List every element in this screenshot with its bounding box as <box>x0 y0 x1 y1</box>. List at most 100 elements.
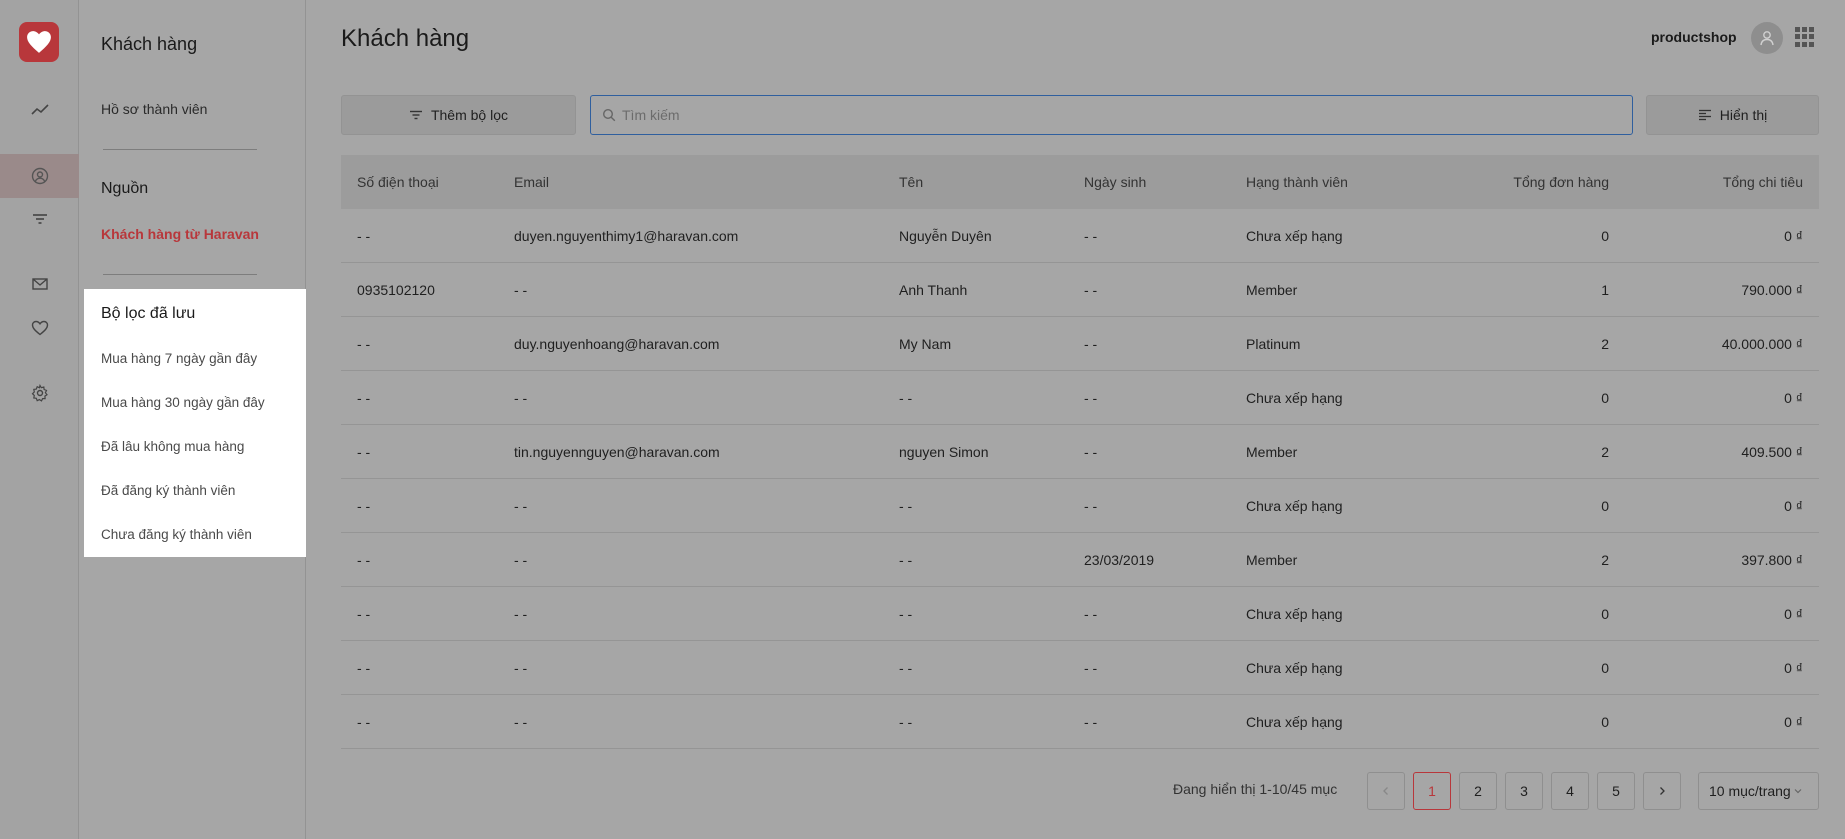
gear-icon[interactable] <box>0 371 79 415</box>
table-row[interactable]: 0935102120 - - Anh Thanh - - Member 1 790.000 … <box>341 263 1819 317</box>
cell-tier: Chưa xếp hạng <box>1246 227 1343 244</box>
cell-total-spent: 0 ₫ <box>1784 497 1803 514</box>
page-button-4[interactable]: 4 <box>1551 772 1589 810</box>
add-filter-label: Thêm bộ lọc <box>430 107 509 123</box>
per-page-value: 10 mục/trang <box>1709 783 1791 799</box>
cell-total-orders: 0 <box>1601 713 1609 730</box>
cell-tier: Chưa xếp hạng <box>1246 605 1343 622</box>
cell-birthday: - - <box>1084 605 1098 622</box>
table-row[interactable]: - - - - - - - - Chưa xếp hạng 0 0 ₫ <box>341 695 1819 749</box>
sidebar-item-member-profile[interactable]: Hồ sơ thành viên <box>101 101 207 117</box>
sidebar-title: Khách hàng <box>101 34 198 54</box>
cell-tier: Member <box>1246 281 1298 298</box>
divider <box>103 274 257 275</box>
table-row[interactable]: - - duy.nguyenhoang@haravan.com My Nam - - P… <box>341 317 1819 371</box>
chevron-down-icon <box>1794 789 1802 794</box>
search-input[interactable] <box>622 107 1522 123</box>
cell-email: - - <box>514 605 528 622</box>
filter-icon[interactable] <box>0 197 79 241</box>
cell-email: duy.nguyenhoang@haravan.com <box>514 335 720 352</box>
cell-phone: - - <box>357 659 371 676</box>
saved-filters-panel: Bộ lọc đã lưu Mua hàng 7 ngày gần đây Mu… <box>84 289 306 557</box>
cell-total-orders: 2 <box>1601 443 1609 460</box>
source-heading: Nguồn <box>101 180 149 197</box>
search-icon <box>602 108 616 122</box>
cell-birthday: - - <box>1084 227 1098 244</box>
page-button-2[interactable]: 2 <box>1459 772 1497 810</box>
display-button[interactable]: Hiển thị <box>1646 95 1819 135</box>
cell-phone: - - <box>357 605 371 622</box>
per-page-select[interactable]: 10 mục/trang <box>1698 772 1819 810</box>
search-field[interactable] <box>590 95 1633 135</box>
user-circle-icon[interactable] <box>0 154 79 198</box>
column-header-tier[interactable]: Hạng thành viên <box>1246 174 1404 190</box>
column-header-name[interactable]: Tên <box>899 174 1084 190</box>
cell-email: - - <box>514 713 528 730</box>
page-button-3[interactable]: 3 <box>1505 772 1543 810</box>
cell-total-orders: 0 <box>1601 389 1609 406</box>
cell-total-spent: 40.000.000 ₫ <box>1721 335 1803 352</box>
table-row[interactable]: - - - - - - - - Chưa xếp hạng 0 0 ₫ <box>341 371 1819 425</box>
saved-filter-item[interactable]: Chưa đăng ký thành viên <box>101 527 252 542</box>
icon-rail <box>0 0 79 839</box>
cell-total-spent: 790.000 ₫ <box>1741 281 1803 298</box>
avatar[interactable] <box>1751 22 1783 54</box>
cell-phone: - - <box>357 443 371 460</box>
cell-name: Nguyễn Duyên <box>899 227 992 244</box>
cell-tier: Chưa xếp hạng <box>1246 659 1343 676</box>
cell-phone: - - <box>357 335 371 352</box>
page-button-1[interactable]: 1 <box>1413 772 1451 810</box>
cell-email: - - <box>514 659 528 676</box>
cell-total-orders: 0 <box>1601 659 1609 676</box>
page-button-5[interactable]: 5 <box>1597 772 1635 810</box>
cell-email: - - <box>514 389 528 406</box>
table-row[interactable]: - - tin.nguyennguyen@haravan.com nguyen Si… <box>341 425 1819 479</box>
column-header-birthday[interactable]: Ngày sinh <box>1084 174 1246 190</box>
cell-tier: Chưa xếp hạng <box>1246 497 1343 514</box>
heart-logo-icon[interactable] <box>19 22 59 62</box>
cell-total-spent: 397.800 ₫ <box>1741 551 1803 568</box>
shop-name[interactable]: productshop <box>1651 29 1737 45</box>
column-header-phone[interactable]: Số điện thoại <box>341 174 514 190</box>
cell-tier: Member <box>1246 551 1298 568</box>
cell-name: nguyen Simon <box>899 443 989 460</box>
cell-email: - - <box>514 281 528 298</box>
table-row[interactable]: - - - - - - - - Chưa xếp hạng 0 0 ₫ <box>341 587 1819 641</box>
cell-total-spent: 0 ₫ <box>1784 389 1803 406</box>
cell-phone: - - <box>357 497 371 514</box>
add-filter-button[interactable]: Thêm bộ lọc <box>341 95 576 135</box>
table-row[interactable]: - - - - - - - - Chưa xếp hạng 0 0 ₫ <box>341 641 1819 695</box>
saved-filter-item[interactable]: Đã lâu không mua hàng <box>101 439 244 454</box>
cell-total-orders: 0 <box>1601 605 1609 622</box>
cell-phone: - - <box>357 551 371 568</box>
cell-birthday: - - <box>1084 659 1098 676</box>
cell-tier: Chưa xếp hạng <box>1246 389 1343 406</box>
cell-email: - - <box>514 551 528 568</box>
next-page-button[interactable] <box>1643 772 1681 810</box>
cell-name: - - <box>899 713 913 730</box>
table-row[interactable]: - - duyen.nguyenthimy1@haravan.com Nguyễn … <box>341 209 1819 263</box>
saved-filter-item[interactable]: Đã đăng ký thành viên <box>101 483 235 498</box>
column-header-email[interactable]: Email <box>514 174 899 190</box>
chart-line-icon[interactable] <box>0 88 79 132</box>
saved-filter-item[interactable]: Mua hàng 7 ngày gần đây <box>101 351 257 366</box>
page-title: Khách hàng <box>341 25 470 52</box>
table-row[interactable]: - - - - - - 23/03/2019 Member 2 397.800 ₫ <box>341 533 1819 587</box>
column-header-total-spent[interactable]: Tổng chi tiêu <box>1609 174 1819 190</box>
cell-total-spent: 0 ₫ <box>1784 227 1803 244</box>
mail-icon[interactable] <box>0 262 79 306</box>
cell-phone: - - <box>357 713 371 730</box>
cell-name: - - <box>899 497 913 514</box>
prev-page-button[interactable] <box>1367 772 1405 810</box>
cell-phone: - - <box>357 227 371 244</box>
apps-grid-icon[interactable] <box>1795 27 1815 47</box>
table-row[interactable]: - - - - - - - - Chưa xếp hạng 0 0 ₫ <box>341 479 1819 533</box>
heart-icon[interactable] <box>0 306 79 350</box>
cell-birthday: - - <box>1084 281 1098 298</box>
column-header-total-orders[interactable]: Tổng đơn hàng <box>1404 174 1609 190</box>
list-align-icon <box>1698 109 1711 121</box>
saved-filter-item[interactable]: Mua hàng 30 ngày gần đây <box>101 395 265 410</box>
cell-total-orders: 2 <box>1601 551 1609 568</box>
cell-name: - - <box>899 551 913 568</box>
sidebar-item-haravan-customers[interactable]: Khách hàng từ Haravan <box>101 226 259 242</box>
